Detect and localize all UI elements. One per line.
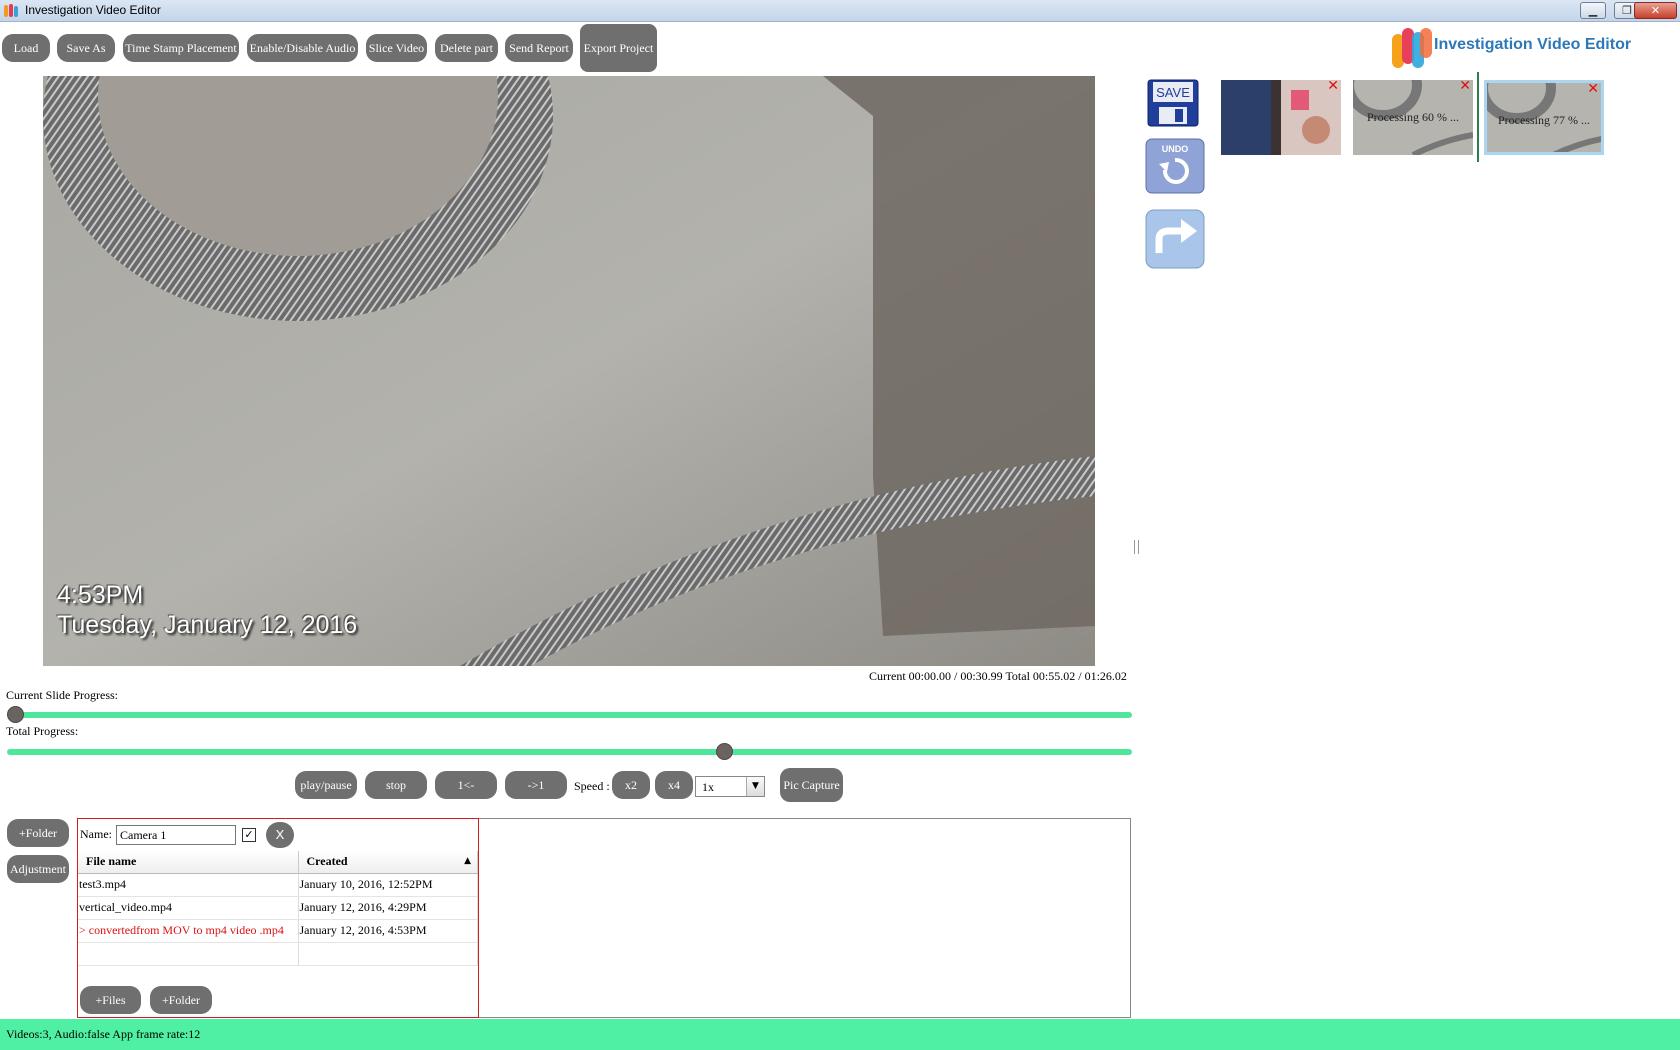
clip-thumbnail[interactable]: ✕ xyxy=(1221,80,1341,155)
close-folder-button[interactable]: X xyxy=(266,822,294,848)
save-as-button[interactable]: Save As xyxy=(57,34,115,62)
speed-x2-button[interactable]: x2 xyxy=(612,771,650,799)
remove-clip-icon[interactable]: ✕ xyxy=(1587,83,1599,97)
file-name-cell: vertical_video.mp4 xyxy=(78,896,299,920)
table-row-selected[interactable]: > convertedfrom MOV to mp4 video .mp4 Ja… xyxy=(78,919,478,943)
add-files-button[interactable]: +Files xyxy=(80,986,141,1014)
pic-capture-button[interactable]: Pic Capture xyxy=(780,768,843,802)
add-folder-button[interactable]: +Folder xyxy=(7,819,69,847)
export-project-button[interactable]: Export Project xyxy=(580,24,657,72)
column-header-created[interactable]: Created ▲ xyxy=(298,851,478,874)
clip-thumbnail-image xyxy=(1221,80,1341,155)
next-frame-button[interactable]: ->1 xyxy=(505,771,567,799)
current-slide-progress-track[interactable] xyxy=(7,712,1132,718)
add-subfolder-button[interactable]: +Folder xyxy=(150,986,212,1014)
undo-icon[interactable]: UNDO xyxy=(1145,138,1205,194)
folder-name-label: Name: xyxy=(80,827,112,841)
current-slide-progress-thumb[interactable] xyxy=(7,706,24,723)
created-cell: January 12, 2016, 4:29PM xyxy=(298,896,478,920)
save-icon[interactable]: SAVE xyxy=(1147,79,1199,127)
remove-clip-icon[interactable]: ✕ xyxy=(1459,80,1471,94)
previous-frame-button[interactable]: 1<- xyxy=(435,771,497,799)
play-pause-button[interactable]: play/pause xyxy=(295,771,357,799)
column-header-created-label: Created xyxy=(306,854,348,869)
redo-icon[interactable] xyxy=(1145,209,1205,269)
stop-button[interactable]: stop xyxy=(365,771,427,799)
file-name-cell: > convertedfrom MOV to mp4 video .mp4 xyxy=(78,919,299,943)
current-slide-progress-label: Current Slide Progress: xyxy=(6,688,118,702)
file-table: File name Created ▲ test3.mp4 January 10,… xyxy=(78,851,478,966)
logo-text: Investigation Video Editor xyxy=(1434,36,1632,53)
undo-icon-label: UNDO xyxy=(1162,144,1189,154)
table-row[interactable]: test3.mp4 January 10, 2016, 12:52PM xyxy=(78,873,478,897)
speed-select-value: 1x xyxy=(702,780,714,794)
status-bar: Videos:3, Audio:false App frame rate:12 xyxy=(0,1019,1680,1050)
speed-select[interactable]: 1x ▼ xyxy=(695,776,765,797)
total-progress-thumb[interactable] xyxy=(716,743,734,760)
chevron-down-icon[interactable]: ▼ xyxy=(746,777,764,796)
app-icon xyxy=(4,4,18,17)
delete-part-button[interactable]: Delete part xyxy=(435,34,498,62)
created-cell: January 12, 2016, 4:53PM xyxy=(298,919,478,943)
clip-processing-caption: Processing 60 % ... xyxy=(1367,110,1459,124)
remove-clip-icon[interactable]: ✕ xyxy=(1327,80,1339,94)
time-readout: Current 00:00.00 / 00:30.99 Total 00:55.… xyxy=(869,669,1127,683)
sort-ascending-icon: ▲ xyxy=(464,856,471,866)
total-progress-label: Total Progress: xyxy=(6,724,79,738)
slice-video-button[interactable]: Slice Video xyxy=(366,34,427,62)
folder-enabled-checkbox[interactable]: ✓ xyxy=(242,828,256,842)
load-button[interactable]: Load xyxy=(2,34,50,62)
clip-thumbnail-selected[interactable]: Processing 77 % ... ✕ xyxy=(1484,80,1604,155)
title-bar: Investigation Video Editor ▁ ❐ ✕ xyxy=(0,0,1680,22)
table-row-empty xyxy=(78,942,478,966)
status-text: Videos:3, Audio:false App frame rate:12 xyxy=(6,1027,201,1041)
logo-icon xyxy=(1392,28,1432,68)
total-progress-track[interactable] xyxy=(7,749,1132,755)
file-name-cell: test3.mp4 xyxy=(78,873,299,897)
enable-disable-audio-button[interactable]: Enable/Disable Audio xyxy=(247,34,358,62)
video-overlay-date: Tuesday, January 12, 2016 xyxy=(57,611,358,639)
speed-label: Speed : xyxy=(574,779,610,793)
time-stamp-placement-button[interactable]: Time Stamp Placement xyxy=(123,34,239,62)
table-row[interactable]: vertical_video.mp4 January 12, 2016, 4:2… xyxy=(78,896,478,920)
window-title: Investigation Video Editor xyxy=(25,3,161,17)
save-icon-label: SAVE xyxy=(1156,85,1190,100)
folder-name-input[interactable]: Camera 1 xyxy=(116,825,236,845)
adjustment-button[interactable]: Adjustment xyxy=(7,855,69,883)
clip-thumbnail[interactable]: Processing 60 % ... ✕ xyxy=(1353,80,1473,155)
column-header-file-name[interactable]: File name xyxy=(78,851,299,874)
close-window-button[interactable]: ✕ xyxy=(1634,2,1677,19)
video-frame-image xyxy=(43,76,1095,666)
speed-x4-button[interactable]: x4 xyxy=(655,771,693,799)
clip-processing-caption: Processing 77 % ... xyxy=(1498,113,1590,127)
video-preview[interactable]: 4:53PM Tuesday, January 12, 2016 xyxy=(43,76,1095,666)
video-overlay-time: 4:53PM xyxy=(57,581,144,609)
send-report-button[interactable]: Send Report xyxy=(505,34,573,62)
created-cell: January 10, 2016, 12:52PM xyxy=(298,873,478,897)
minimize-button[interactable]: ▁ xyxy=(1580,2,1606,19)
timeline-insert-marker[interactable] xyxy=(1477,72,1479,162)
table-header-row: File name Created ▲ xyxy=(78,851,478,874)
panel-splitter[interactable] xyxy=(1134,540,1139,554)
